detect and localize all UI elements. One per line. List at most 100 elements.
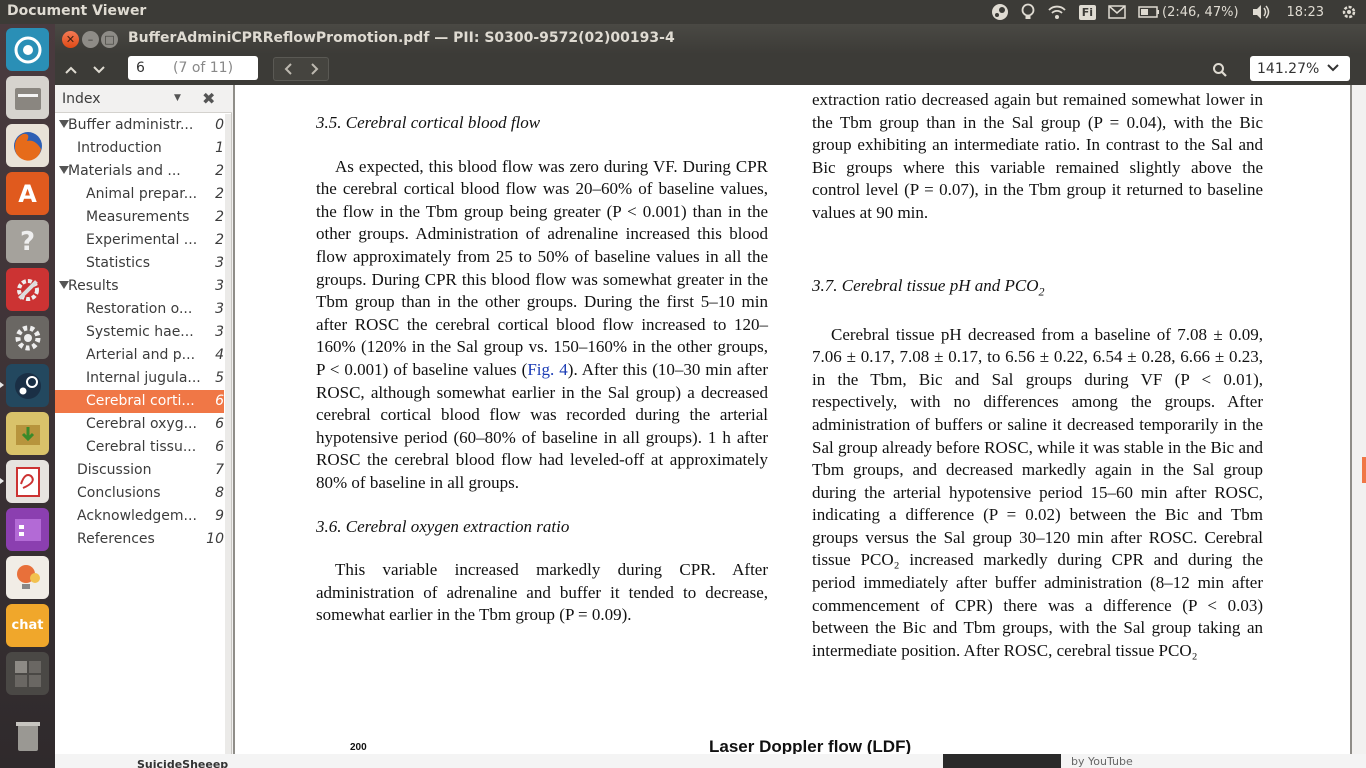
sidebar-item-page: 2 xyxy=(215,163,224,179)
zoom-value: 141.27% xyxy=(1257,60,1320,77)
dash-home-icon[interactable] xyxy=(6,28,49,71)
sidebar-index-item[interactable]: Introduction 1 xyxy=(55,137,224,160)
sidebar-index-item[interactable]: Cerebral tissu... 6 xyxy=(55,436,224,459)
sidebar-item-page: 6 xyxy=(215,439,224,455)
chevron-right-icon xyxy=(310,63,318,75)
sidebar-item-page: 5 xyxy=(215,370,224,386)
sidebar-index-item[interactable]: Systemic hae... 3 xyxy=(55,321,224,344)
zoom-select[interactable]: 141.27% xyxy=(1250,56,1350,81)
sidebar-item-page: 2 xyxy=(215,232,224,248)
maximize-window-button[interactable]: □ xyxy=(101,31,118,48)
chat-app-icon[interactable]: chat xyxy=(6,604,49,647)
background-thumbnail xyxy=(943,754,1061,768)
sidebar-index-item[interactable]: Internal jugula... 5 xyxy=(55,367,224,390)
presentation-app-icon[interactable] xyxy=(6,508,49,551)
sidebar-index-item[interactable]: Conclusions 8 xyxy=(55,482,224,505)
page-number-input[interactable]: 6 (7 of 11) xyxy=(128,56,258,80)
sidebar-index-item[interactable]: Animal prepar... 2 xyxy=(55,183,224,206)
mail-icon[interactable] xyxy=(1102,0,1132,24)
sidebar-index-item[interactable]: References 10 xyxy=(55,528,224,551)
sidebar-item-label: Cerebral oxyg... xyxy=(86,416,197,432)
close-window-button[interactable]: ✕ xyxy=(62,31,79,48)
sidebar: Index ▼ ✖ Buffer administr... 0 Introducti… xyxy=(55,85,232,754)
clock[interactable]: 18:23 xyxy=(1277,0,1334,24)
paragraph-3-6: This variable increased markedly during … xyxy=(316,560,768,625)
minimize-window-button[interactable]: – xyxy=(82,31,99,48)
sidebar-mode-select[interactable]: Index xyxy=(62,91,101,107)
paragraph-3-5: As expected, this blood flow was zero du… xyxy=(316,156,768,495)
section-heading-3-5: 3.5. Cerebral cortical blood flow xyxy=(316,113,541,132)
maximize-icon: □ xyxy=(104,33,115,46)
document-page: 3.5. Cerebral cortical blood flow As exp… xyxy=(235,85,1350,754)
chevron-down-icon xyxy=(93,66,105,74)
workspace-switcher-icon[interactable] xyxy=(6,652,49,695)
sidebar-index-item[interactable]: Results 3 xyxy=(55,275,224,298)
history-nav-group xyxy=(273,57,329,81)
wifi-icon[interactable] xyxy=(1041,0,1073,24)
sidebar-index-item[interactable]: Experimental ... 2 xyxy=(55,229,224,252)
document-viewer-icon[interactable] xyxy=(6,460,49,503)
battery-indicator[interactable]: (2:46, 47%) xyxy=(1132,0,1245,24)
history-forward-button[interactable] xyxy=(301,58,328,80)
battery-text: (2:46, 47%) xyxy=(1162,4,1239,20)
section-heading-3-7-text: 3.7. Cerebral tissue pH and PCO xyxy=(812,275,1039,295)
minimize-icon: – xyxy=(87,33,94,46)
system-settings-icon[interactable] xyxy=(6,316,49,359)
sidebar-index-item[interactable]: Cerebral corti... 6 xyxy=(55,390,224,413)
sidebar-item-page: 3 xyxy=(215,301,224,317)
archive-manager-icon[interactable] xyxy=(6,412,49,455)
sidebar-item-label: Acknowledgem... xyxy=(77,508,197,524)
dropdown-arrow-icon[interactable]: ▼ xyxy=(174,93,181,103)
volume-icon[interactable] xyxy=(1245,0,1277,24)
previous-page-button[interactable] xyxy=(58,58,84,82)
left-column: 3.5. Cerebral cortical blood flow As exp… xyxy=(316,112,768,627)
sidebar-item-page: 7 xyxy=(215,462,224,478)
sidebar-index-item[interactable]: Cerebral oxyg... 6 xyxy=(55,413,224,436)
sidebar-item-label: Cerebral corti... xyxy=(86,393,195,409)
window-title: BufferAdminiCPRReflowPromotion.pdf — PII… xyxy=(128,30,675,46)
document-scrollbar[interactable] xyxy=(1352,85,1366,754)
sidebar-index-item[interactable]: Restoration o... 3 xyxy=(55,298,224,321)
sidebar-close-icon[interactable]: ✖ xyxy=(202,89,215,108)
sidebar-item-label: Experimental ... xyxy=(86,232,198,248)
sidebar-index-item[interactable]: Materials and ... 2 xyxy=(55,160,224,183)
sidebar-item-page: 2 xyxy=(215,186,224,202)
search-icon xyxy=(1213,63,1227,77)
keyboard-layout-indicator[interactable]: Fi xyxy=(1073,0,1102,24)
steam-icon[interactable] xyxy=(6,364,49,407)
paragraph-continued: extraction ratio decreased again but rem… xyxy=(812,90,1263,222)
sidebar-item-label: References xyxy=(77,531,155,547)
sidebar-item-label: Measurements xyxy=(86,209,190,225)
search-button[interactable] xyxy=(1207,58,1233,82)
toolbar: 6 (7 of 11) 141.27% xyxy=(55,54,1366,85)
sidebar-scrollbar[interactable] xyxy=(225,114,231,754)
steam-tray-icon[interactable] xyxy=(985,0,1015,24)
sidebar-index-item[interactable]: Discussion 7 xyxy=(55,459,224,482)
paragraph-3-5-part1: As expected, this blood flow was zero du… xyxy=(316,156,768,379)
page-number-value: 6 xyxy=(136,60,145,76)
settings-gear-icon[interactable] xyxy=(1334,0,1366,24)
sidebar-item-label: Introduction xyxy=(77,140,162,156)
background-text-right: by YouTube xyxy=(1071,755,1133,768)
firefox-icon[interactable] xyxy=(6,124,49,167)
trash-icon[interactable] xyxy=(6,714,49,757)
file-manager-icon[interactable] xyxy=(6,76,49,119)
sidebar-index-item[interactable]: Measurements 2 xyxy=(55,206,224,229)
window-titlebar[interactable]: ✕ – □ BufferAdminiCPRReflowPromotion.pdf… xyxy=(55,24,1366,54)
figure-4-link[interactable]: Fig. 4 xyxy=(527,360,567,379)
sidebar-item-page: 3 xyxy=(215,324,224,340)
next-page-button[interactable] xyxy=(86,58,112,82)
system-tools-icon[interactable] xyxy=(6,268,49,311)
sidebar-index-item[interactable]: Acknowledgem... 9 xyxy=(55,505,224,528)
page-count-label: (7 of 11) xyxy=(173,60,234,76)
software-center-icon[interactable]: A xyxy=(6,172,49,215)
sidebar-index-item[interactable]: Statistics 3 xyxy=(55,252,224,275)
sidebar-index-item[interactable]: Arterial and p... 4 xyxy=(55,344,224,367)
history-back-button[interactable] xyxy=(274,58,301,80)
active-app-title: Document Viewer xyxy=(7,3,147,19)
sidebar-index-item[interactable]: Buffer administr... 0 xyxy=(55,114,224,137)
lightbulb-icon[interactable] xyxy=(1015,0,1041,24)
scrollbar-thumb[interactable] xyxy=(1362,457,1366,483)
idea-bulb-icon[interactable] xyxy=(6,556,49,599)
help-icon[interactable]: ? xyxy=(6,220,49,263)
